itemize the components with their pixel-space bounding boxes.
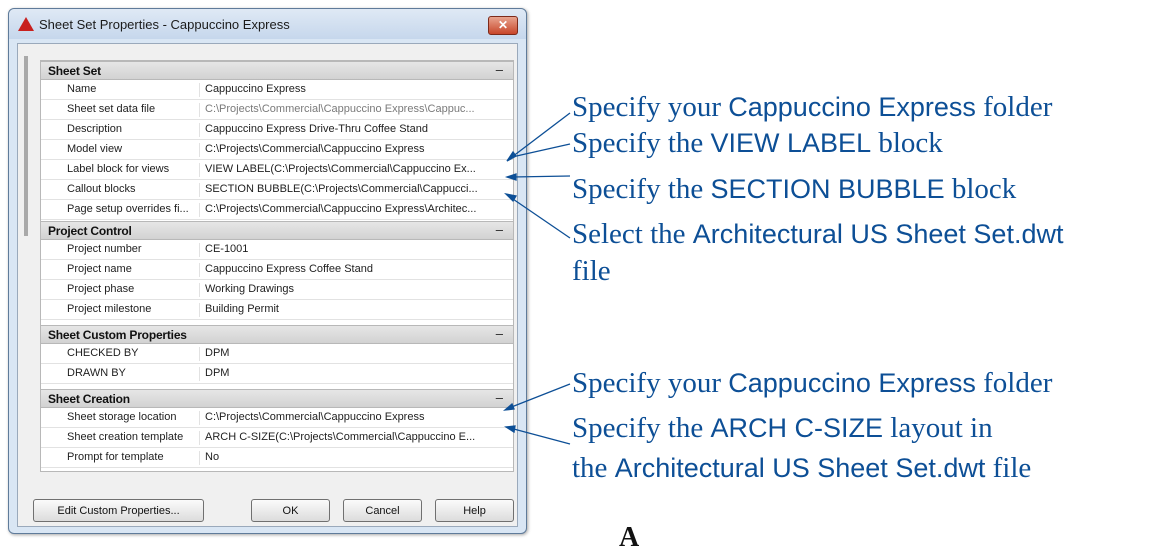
leader-line: [508, 383, 571, 409]
callout-text: the Architectural US Sheet Set.dwt file: [572, 452, 1032, 484]
callout-text: Specify your Cappuccino Express folder: [572, 367, 1053, 399]
figure-label: A: [619, 522, 640, 553]
leader-arrowhead: [504, 425, 516, 434]
callout-text: Specify the ARCH C-SIZE layout in: [572, 412, 993, 444]
leader-line: [509, 427, 571, 445]
callout-text: Select the Architectural US Sheet Set.dw…: [572, 218, 1064, 250]
callout-text: Specify your Cappuccino Express folder: [572, 91, 1053, 123]
leader-arrowhead: [502, 402, 515, 411]
leader-line: [509, 196, 571, 239]
leader-arrowhead: [504, 173, 517, 181]
callout-text: file: [572, 255, 611, 287]
callout-text: Specify the VIEW LABEL block: [572, 127, 943, 159]
callout-text: Specify the SECTION BUBBLE block: [572, 173, 1017, 205]
leader-line: [511, 175, 571, 178]
